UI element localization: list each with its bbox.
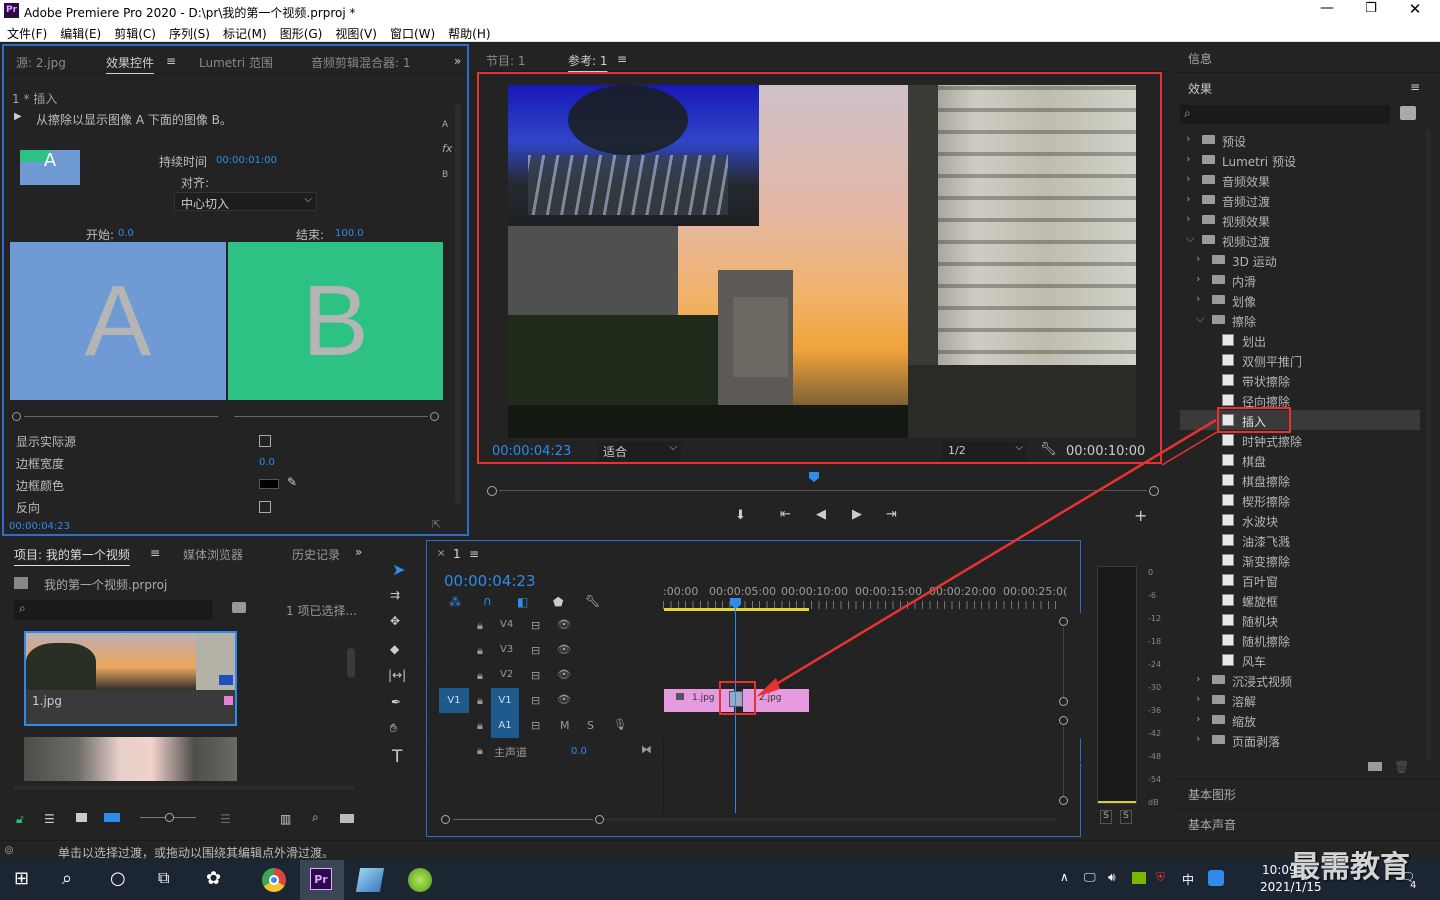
volume-icon[interactable]: 🔊︎ bbox=[1108, 870, 1116, 885]
premiere-taskbar-icon[interactable]: Pr bbox=[300, 860, 344, 900]
search-icon[interactable]: ⌕ bbox=[62, 868, 86, 892]
notification-count: 4 bbox=[1410, 880, 1417, 891]
windows-start-icon[interactable]: ⊞ bbox=[14, 868, 38, 892]
security-icon[interactable]: ⛨ bbox=[1156, 870, 1165, 885]
green-app-icon[interactable] bbox=[408, 868, 432, 892]
network-icon[interactable]: 🖵︎ bbox=[1084, 870, 1096, 885]
taskbar: ⊞ ⌕ ○ ⧉ ✿ Pr ∧ 🖵︎ 🔊︎ ⛨ 中 10:09 2021/1/15… bbox=[0, 850, 1440, 900]
task-view-icon[interactable]: ⧉ bbox=[158, 868, 182, 892]
annotation-arrows bbox=[756, 418, 1218, 697]
pinwheel-app-icon[interactable]: ✿ bbox=[206, 868, 230, 892]
tray-chevron-icon[interactable]: ∧ bbox=[1060, 870, 1069, 884]
notepad-icon[interactable] bbox=[355, 868, 385, 892]
watermark-logo: 最需教育 bbox=[1290, 850, 1410, 885]
ime-app-icon[interactable] bbox=[1208, 870, 1224, 886]
status-text: 单击以选择过渡，或拖动以围绕其编辑点外滑过渡。 bbox=[58, 846, 335, 860]
ime-indicator[interactable]: 中 bbox=[1182, 871, 1194, 888]
status-bar: ⊚ 单击以选择过渡，或拖动以围绕其编辑点外滑过渡。 bbox=[0, 840, 1440, 860]
status-icon: ⊚ bbox=[4, 843, 15, 857]
nvidia-icon[interactable] bbox=[1132, 872, 1146, 884]
cortana-icon[interactable]: ○ bbox=[110, 868, 134, 892]
chrome-icon[interactable] bbox=[262, 868, 286, 892]
